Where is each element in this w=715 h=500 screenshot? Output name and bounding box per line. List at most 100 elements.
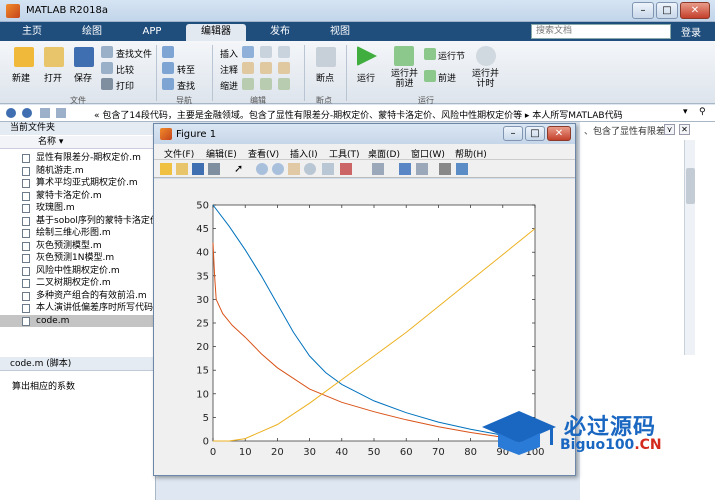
file-list-item[interactable]: 基于sobol序列的蒙特卡洛定价 — [0, 215, 156, 227]
menu-file[interactable]: 文件(F) — [164, 147, 194, 160]
tab-apps[interactable]: APP — [126, 24, 178, 41]
compare-icon[interactable] — [101, 62, 113, 74]
file-list-item[interactable]: 灰色预测模型.m — [0, 240, 156, 252]
comment-percent-icon[interactable] — [242, 62, 254, 74]
function-fx-icon[interactable] — [260, 46, 272, 58]
find-button[interactable]: 查找 — [177, 79, 195, 92]
back-icon[interactable] — [6, 108, 16, 118]
pan-hand-icon[interactable] — [288, 163, 300, 175]
new-button-label[interactable]: 新建 — [12, 71, 30, 84]
file-list-item[interactable]: 蒙特卡洛定价.m — [0, 190, 156, 202]
file-list-item[interactable]: 灰色预测1N模型.m — [0, 252, 156, 264]
current-path[interactable]: « 包含了14段代码，主要是金融领域。包含了显性有限差分-期权定价、蒙特卡洛定价… — [94, 108, 623, 121]
menu-help[interactable]: 帮助(H) — [455, 147, 487, 160]
file-list-item[interactable]: 多种资产组合的有效前沿.m — [0, 290, 156, 302]
pointer-icon[interactable]: ➚ — [234, 163, 246, 175]
save-disk-icon[interactable] — [74, 47, 94, 67]
maximize-button[interactable]: □ — [656, 2, 678, 19]
tab-publish[interactable]: 发布 — [252, 24, 308, 41]
find-icon[interactable] — [162, 78, 174, 90]
tab-plots[interactable]: 绘图 — [66, 24, 118, 41]
brush-icon[interactable] — [340, 163, 352, 175]
login-link[interactable]: 登录 — [681, 24, 701, 39]
insert-matrix-icon[interactable] — [278, 46, 290, 58]
tab-home[interactable]: 主页 — [8, 24, 56, 41]
data-cursor-icon[interactable] — [322, 163, 334, 175]
find-files-icon[interactable] — [101, 46, 113, 58]
save-button-label[interactable]: 保存 — [74, 71, 92, 84]
new-figure-icon[interactable] — [160, 163, 172, 175]
run-time-button[interactable]: 运行并 计时 — [472, 69, 499, 89]
browse-folder-icon[interactable] — [56, 108, 66, 118]
up-folder-icon[interactable] — [40, 108, 50, 118]
indent-button[interactable]: 缩进 — [220, 79, 238, 92]
rotate-3d-icon[interactable] — [304, 163, 316, 175]
show-plot-tools-icon[interactable] — [456, 163, 468, 175]
legend-icon[interactable] — [416, 163, 428, 175]
wrap-comment-icon[interactable] — [278, 62, 290, 74]
run-advance-button[interactable]: 运行并 前进 — [391, 69, 418, 89]
link-plot-icon[interactable] — [372, 163, 384, 175]
file-list-item[interactable]: code.m — [0, 314, 156, 327]
goto-button[interactable]: 转至 — [177, 63, 195, 76]
colorbar-icon[interactable] — [399, 163, 411, 175]
run-play-icon[interactable] — [357, 46, 377, 66]
file-list-item[interactable]: 随机游走.m — [0, 165, 156, 177]
file-list-item[interactable]: 玫瑰图.m — [0, 202, 156, 214]
run-button[interactable]: 运行 — [357, 71, 375, 84]
print-button[interactable]: 打印 — [116, 79, 134, 92]
menu-edit[interactable]: 编辑(E) — [206, 147, 237, 160]
figure-close-button[interactable]: ✕ — [547, 126, 571, 141]
open-button-label[interactable]: 打开 — [44, 71, 62, 84]
file-list-item[interactable]: 绘制三维心形图.m — [0, 227, 156, 239]
tab-editor[interactable]: 编辑器 — [186, 24, 246, 41]
panel-options-icon[interactable]: ⋎ — [664, 124, 675, 135]
breakpoint-button[interactable]: 断点 — [316, 71, 334, 84]
tab-view[interactable]: 视图 — [312, 24, 368, 41]
file-list-item[interactable]: 显性有限差分-期权定价.m — [0, 152, 156, 164]
run-section-icon[interactable] — [424, 48, 436, 60]
uncomment-icon[interactable] — [260, 62, 272, 74]
figure-maximize-button[interactable]: □ — [525, 126, 545, 141]
path-dropdown-icon[interactable]: ▾ — [683, 107, 688, 117]
file-list-item[interactable]: 二叉树期权定价.m — [0, 277, 156, 289]
file-list-item[interactable]: 本人演讲低偏差序时所写代码 — [0, 302, 156, 314]
comment-button[interactable]: 注释 — [220, 63, 238, 76]
find-files-button[interactable]: 查找文件 — [116, 47, 152, 60]
menu-view[interactable]: 查看(V) — [248, 147, 279, 160]
back-arrow-icon[interactable] — [162, 46, 174, 58]
vertical-scrollbar[interactable] — [684, 140, 695, 355]
advance-icon[interactable] — [424, 70, 436, 82]
increase-indent-icon[interactable] — [260, 78, 272, 90]
open-folder-icon[interactable] — [44, 47, 64, 67]
menu-desktop[interactable]: 桌面(D) — [368, 147, 400, 160]
close-button[interactable]: ✕ — [680, 2, 710, 19]
decrease-indent-icon[interactable] — [278, 78, 290, 90]
breakpoint-icon[interactable] — [316, 47, 336, 67]
run-advance-icon[interactable] — [394, 46, 414, 66]
search-input[interactable]: 搜索文档 — [531, 24, 671, 39]
new-file-icon[interactable] — [14, 47, 34, 67]
file-list-item[interactable]: 风险中性期权定价.m — [0, 265, 156, 277]
menu-insert[interactable]: 插入(I) — [290, 147, 318, 160]
name-column-header[interactable]: 名称 ▾ — [0, 136, 156, 149]
advance-button[interactable]: 前进 — [438, 71, 456, 84]
insert-section-icon[interactable] — [242, 46, 254, 58]
zoom-in-icon[interactable] — [256, 163, 268, 175]
panel-close-icon[interactable]: ✕ — [679, 124, 690, 135]
hide-plot-tools-icon[interactable] — [439, 163, 451, 175]
menu-window[interactable]: 窗口(W) — [411, 147, 445, 160]
forward-icon[interactable] — [22, 108, 32, 118]
compare-button[interactable]: 比较 — [116, 63, 134, 76]
menu-tools[interactable]: 工具(T) — [329, 147, 360, 160]
print-icon[interactable] — [101, 78, 113, 90]
goto-icon[interactable] — [162, 62, 174, 74]
zoom-out-icon[interactable] — [272, 163, 284, 175]
search-folder-icon[interactable]: ⚲ — [699, 107, 706, 117]
figure-minimize-button[interactable]: – — [503, 126, 523, 141]
smart-indent-icon[interactable] — [242, 78, 254, 90]
run-section-button[interactable]: 运行节 — [438, 49, 465, 62]
save-figure-icon[interactable] — [192, 163, 204, 175]
scrollbar-thumb[interactable] — [686, 168, 695, 204]
minimize-button[interactable]: – — [632, 2, 654, 19]
